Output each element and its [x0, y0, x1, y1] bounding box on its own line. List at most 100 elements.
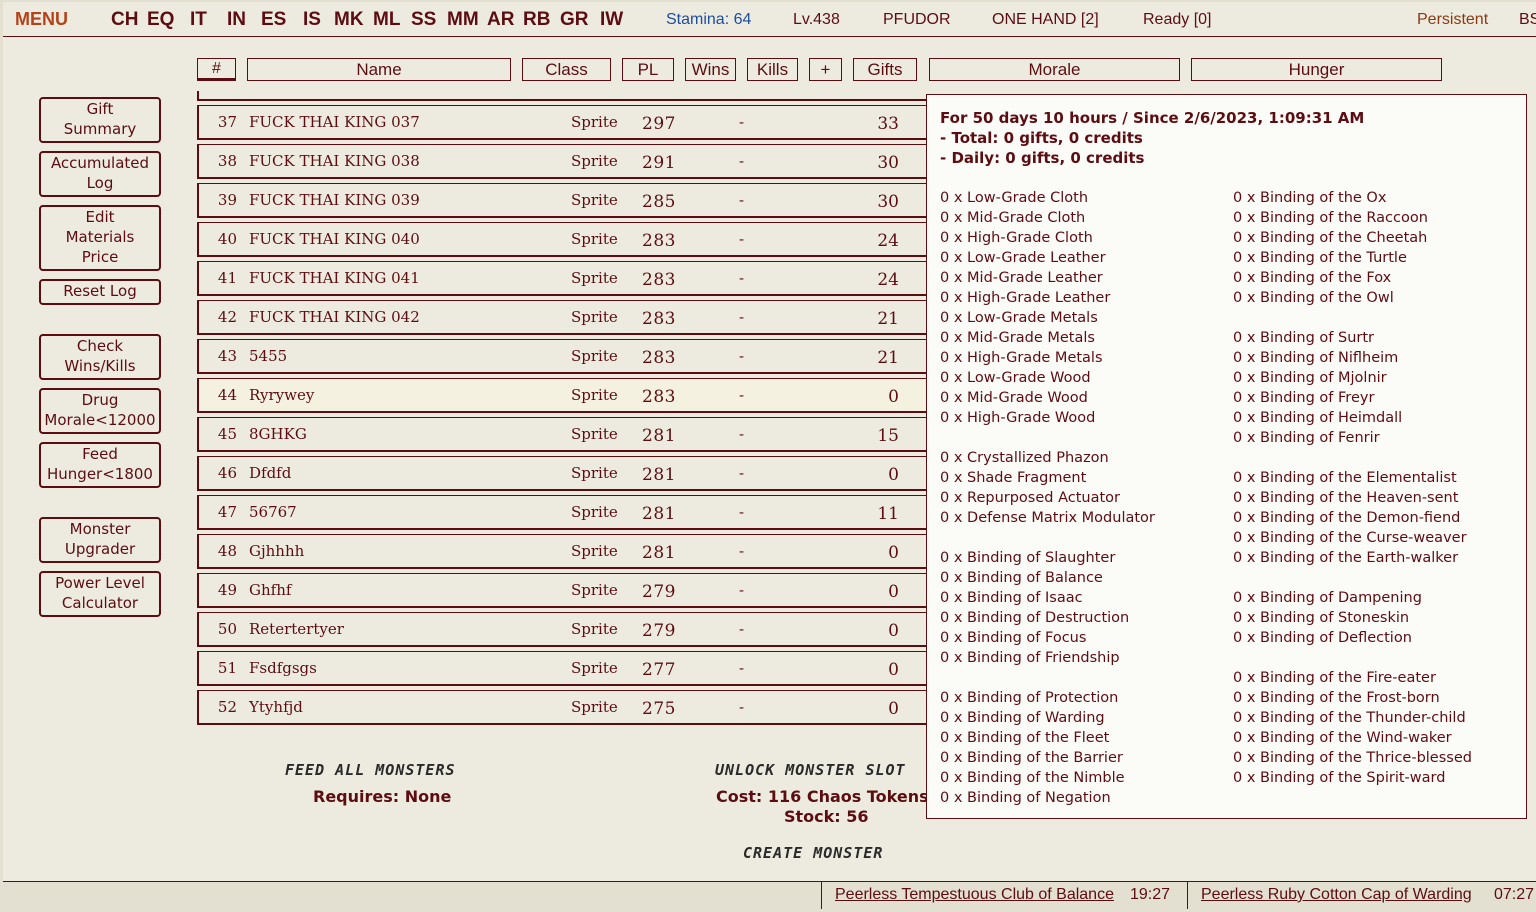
- monster-name[interactable]: Ryrywey: [249, 386, 314, 404]
- monster-row[interactable]: 51 Fsdfgsgs Sprite 277 - 0: [197, 651, 927, 686]
- create-monster-button[interactable]: CREATE MONSTER: [743, 844, 883, 862]
- monster-row[interactable]: 44 Ryrywey Sprite 283 - 0: [197, 378, 927, 413]
- header-gifts[interactable]: Gifts: [853, 58, 917, 81]
- monster-list: 37 FUCK THAI KING 037 Sprite 297 - 33 38 FUCK T…: [197, 91, 927, 731]
- header-plus[interactable]: +: [809, 58, 842, 81]
- gift-line: 0 x Mid-Grade Leather: [940, 270, 1103, 286]
- header-class[interactable]: Class: [522, 58, 611, 81]
- gift-line: 0 x High-Grade Metals: [940, 350, 1103, 366]
- gift-line: 0 x Binding of the Elementalist: [1233, 470, 1457, 486]
- gift-line: 0 x Binding of the Fire-eater: [1233, 670, 1436, 686]
- monster-number: 41: [217, 269, 237, 287]
- unlock-monster-slot-button[interactable]: UNLOCK MONSTER SLOT: [715, 761, 906, 779]
- monster-number: 46: [217, 464, 237, 482]
- gift-line: 0 x Binding of Protection: [940, 690, 1119, 706]
- feed-all-monsters-button[interactable]: FEED ALL MONSTERS: [285, 761, 456, 779]
- monster-row[interactable]: 40 FUCK THAI KING 040 Sprite 283 - 24: [197, 222, 927, 257]
- reset-log-button[interactable]: Reset Log: [39, 279, 161, 305]
- monster-name[interactable]: Ytyhfjd: [249, 698, 303, 716]
- monster-row[interactable]: 39 FUCK THAI KING 039 Sprite 285 - 30: [197, 183, 927, 218]
- monster-name[interactable]: Retertertyer: [249, 620, 344, 638]
- equipment-link-1[interactable]: Peerless Tempestuous Club of Balance: [835, 886, 1114, 904]
- monster-number: 48: [217, 542, 237, 560]
- monster-upgrader-button[interactable]: Monster Upgrader: [39, 517, 161, 563]
- monster-power-level: 281: [642, 543, 676, 563]
- monster-class: Sprite: [571, 464, 618, 482]
- nav-rb[interactable]: RB: [523, 9, 550, 31]
- monster-gifts: 0: [888, 465, 899, 485]
- accumulated-log-button[interactable]: Accumulated Log: [39, 151, 161, 197]
- header-hunger[interactable]: Hunger: [1191, 58, 1442, 81]
- header-pl[interactable]: PL: [622, 58, 674, 81]
- monster-row[interactable]: 37 FUCK THAI KING 037 Sprite 297 - 33: [197, 105, 927, 140]
- monster-name[interactable]: Dfdfd: [249, 464, 291, 482]
- monster-row[interactable]: 48 Gjhhhh Sprite 281 - 0: [197, 534, 927, 569]
- monster-wins: -: [739, 581, 745, 599]
- monster-row[interactable]: 41 FUCK THAI KING 041 Sprite 283 - 24: [197, 261, 927, 296]
- header-name[interactable]: Name: [247, 58, 511, 81]
- monster-row[interactable]: 43 5455 Sprite 283 - 21: [197, 339, 927, 374]
- monster-row[interactable]: 47 56767 Sprite 281 - 11: [197, 495, 927, 530]
- monster-class: Sprite: [571, 113, 618, 131]
- monster-name[interactable]: FUCK THAI KING 038: [249, 152, 420, 170]
- monster-name[interactable]: Gjhhhh: [249, 542, 304, 560]
- gift-summary-button[interactable]: Gift Summary: [39, 97, 161, 143]
- monster-name[interactable]: 5455: [249, 347, 287, 365]
- monster-name[interactable]: FUCK THAI KING 042: [249, 308, 420, 326]
- monster-power-level: 275: [642, 699, 676, 719]
- check-wins-kills-button[interactable]: Check Wins/Kills: [39, 334, 161, 380]
- nav-mk[interactable]: MK: [334, 9, 364, 31]
- header-wins[interactable]: Wins: [685, 58, 736, 81]
- nav-eq[interactable]: EQ: [147, 9, 174, 31]
- nav-es[interactable]: ES: [261, 9, 286, 31]
- monster-name[interactable]: FUCK THAI KING 041: [249, 269, 420, 287]
- monster-number: 43: [217, 347, 237, 365]
- monster-name[interactable]: FUCK THAI KING 040: [249, 230, 420, 248]
- gift-spacer: [1233, 568, 1472, 588]
- feed-hunger-button[interactable]: Feed Hunger<1800: [39, 442, 161, 488]
- monster-class: Sprite: [571, 659, 618, 677]
- nav-mm[interactable]: MM: [447, 9, 479, 31]
- nav-ss[interactable]: SS: [411, 9, 436, 31]
- monster-name[interactable]: Fsdfgsgs: [249, 659, 317, 677]
- monster-row[interactable]: 49 Ghfhf Sprite 279 - 0: [197, 573, 927, 608]
- partial-row-36[interactable]: [197, 91, 927, 101]
- monster-row[interactable]: 50 Retertertyer Sprite 279 - 0: [197, 612, 927, 647]
- monster-row[interactable]: 38 FUCK THAI KING 038 Sprite 291 - 30: [197, 144, 927, 179]
- nav-it[interactable]: IT: [190, 9, 207, 31]
- monster-class: Sprite: [571, 542, 618, 560]
- monster-row[interactable]: 46 Dfdfd Sprite 281 - 0: [197, 456, 927, 491]
- monster-wins: -: [739, 347, 745, 365]
- nav-is[interactable]: IS: [303, 9, 321, 31]
- nav-in[interactable]: IN: [227, 9, 246, 31]
- header-morale[interactable]: Morale: [929, 58, 1180, 81]
- gift-line: 0 x Binding of the Turtle: [1233, 250, 1407, 266]
- gift-line: 0 x Binding of the Thunder-child: [1233, 710, 1466, 726]
- monster-row[interactable]: 42 FUCK THAI KING 042 Sprite 283 - 21: [197, 300, 927, 335]
- drug-morale-button[interactable]: Drug Morale<12000: [39, 388, 161, 434]
- edit-materials-price-button[interactable]: Edit Materials Price: [39, 205, 161, 271]
- header-num[interactable]: #: [197, 58, 236, 81]
- nav-gr[interactable]: GR: [560, 9, 589, 31]
- monster-class: Sprite: [571, 152, 618, 170]
- nav-ar[interactable]: AR: [487, 9, 514, 31]
- equipment-link-2[interactable]: Peerless Ruby Cotton Cap of Warding: [1201, 886, 1472, 904]
- bs-button[interactable]: BS: [1519, 11, 1536, 29]
- monster-name[interactable]: Ghfhf: [249, 581, 291, 599]
- menu-button[interactable]: MENU: [15, 9, 68, 30]
- monster-name[interactable]: FUCK THAI KING 039: [249, 191, 420, 209]
- monster-row[interactable]: 52 Ytyhfjd Sprite 275 - 0: [197, 690, 927, 725]
- monster-row[interactable]: 45 8GHKG Sprite 281 - 15: [197, 417, 927, 452]
- monster-name[interactable]: FUCK THAI KING 037: [249, 113, 420, 131]
- persistent-button[interactable]: Persistent: [1417, 11, 1488, 29]
- header-kills[interactable]: Kills: [747, 58, 798, 81]
- monster-wins: -: [739, 425, 745, 443]
- monster-name[interactable]: 8GHKG: [249, 425, 307, 443]
- gift-line: 0 x Binding of the Heaven-sent: [1233, 490, 1459, 506]
- monster-name[interactable]: 56767: [249, 503, 297, 521]
- power-level-calculator-button[interactable]: Power Level Calculator: [39, 571, 161, 617]
- nav-ml[interactable]: ML: [373, 9, 400, 31]
- nav-iw[interactable]: IW: [600, 9, 623, 31]
- gift-spacer: [940, 528, 1155, 548]
- nav-ch[interactable]: CH: [111, 9, 138, 31]
